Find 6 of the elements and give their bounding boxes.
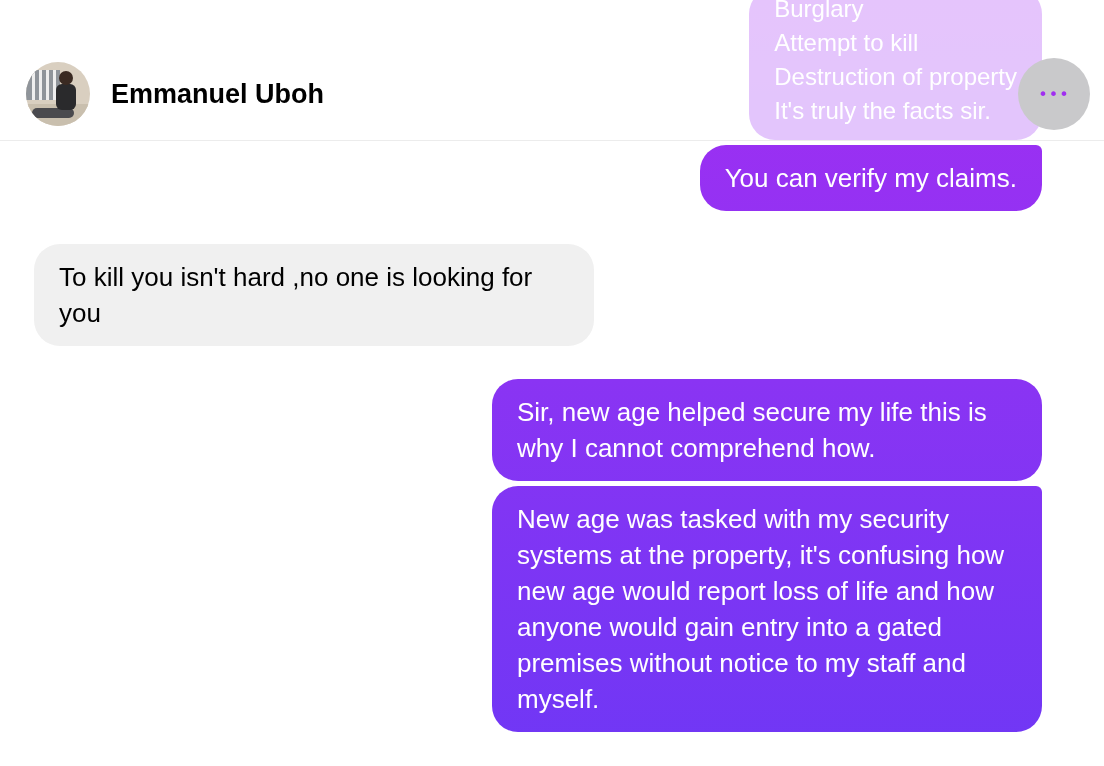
contact-name: Emmanuel Uboh bbox=[111, 78, 325, 110]
message-bubble: You can verify my claims. bbox=[699, 145, 1042, 211]
message-bubble: New age was tasked with my security systems at the property, it's confusing how new age would report loss of life and how anyone would gain entry into a gated premises without notice to my staff and myself. bbox=[492, 486, 1042, 732]
message-bubble: To kill you isn't hard ,no one is looking for you bbox=[34, 244, 594, 346]
message-bubble: Sir, new age helped secure my life this is why I cannot comprehend how. bbox=[492, 379, 1042, 481]
more-button[interactable]: ••• bbox=[1018, 58, 1090, 130]
